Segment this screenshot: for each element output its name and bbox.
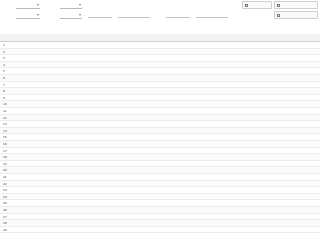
filter-6-select[interactable] — [60, 12, 82, 19]
range2-from-input[interactable] — [166, 12, 190, 18]
table-row[interactable]: 3 — [0, 55, 320, 62]
chevron-down-icon — [79, 14, 81, 16]
table-row[interactable]: 23 — [0, 187, 320, 194]
table-cell: 22 — [3, 181, 7, 186]
table-row[interactable]: 24 — [0, 193, 320, 201]
table-cell: 13 — [3, 122, 7, 127]
table-cell: 27 — [3, 214, 7, 219]
table-row[interactable]: 8 — [0, 88, 320, 95]
range-to-input[interactable] — [118, 12, 150, 18]
table-row[interactable]: 20 — [0, 167, 320, 174]
table-row[interactable]: 14 — [0, 127, 320, 135]
table-row[interactable]: 27 — [0, 214, 320, 221]
table-cell: 2 — [3, 49, 5, 54]
table-row[interactable]: 25 — [0, 200, 320, 207]
table-cell: 3 — [3, 56, 5, 61]
table-cell: 9 — [3, 95, 5, 100]
table-cell: 7 — [3, 82, 5, 87]
table-row[interactable]: 22 — [0, 180, 320, 188]
table-cell: 11 — [3, 109, 7, 113]
table-row[interactable]: 1 — [0, 42, 320, 49]
filter-button-2[interactable] — [274, 1, 318, 9]
table-row[interactable]: 13 — [0, 121, 320, 128]
table-cell: 10 — [3, 102, 7, 107]
data-table: 1 2 3 4 5 6 7 8 9 10 11 12 13 14 15 16 17 18 19 20 21 22 23 24 2… — [0, 34, 320, 240]
table-row[interactable]: 18 — [0, 154, 320, 161]
range2-to-input[interactable] — [196, 12, 228, 18]
filter-5-select[interactable] — [16, 12, 40, 19]
filter-button-3[interactable] — [274, 11, 318, 19]
filter-1-select[interactable] — [16, 2, 40, 9]
table-row[interactable]: 7 — [0, 82, 320, 89]
table-header — [0, 34, 320, 42]
table-row[interactable]: 5 — [0, 68, 320, 75]
table-row[interactable]: 15 — [0, 134, 320, 141]
table-cell: 5 — [3, 69, 5, 74]
table-cell: 1 — [3, 43, 5, 47]
table-cell: 24 — [3, 194, 7, 199]
table-cell: 18 — [3, 155, 7, 160]
chevron-down-icon — [37, 14, 39, 16]
table-cell: 8 — [3, 89, 5, 94]
table-row[interactable]: 11 — [0, 108, 320, 115]
chevron-down-icon — [37, 4, 39, 6]
table-cell: 15 — [3, 135, 7, 140]
table-cell: 19 — [3, 161, 7, 166]
table-cell: 6 — [3, 76, 5, 80]
table-cell: 21 — [3, 175, 7, 179]
table-cell: 28 — [3, 221, 7, 226]
table-row[interactable]: 26 — [0, 207, 320, 214]
table-row[interactable]: 17 — [0, 148, 320, 155]
table-row[interactable]: 29 — [0, 227, 320, 234]
table-row[interactable]: 4 — [0, 61, 320, 69]
range-from-input[interactable] — [88, 12, 112, 18]
table-cell: 16 — [3, 142, 7, 146]
table-row[interactable]: 21 — [0, 174, 320, 181]
filter-2-select[interactable] — [60, 2, 82, 9]
table-cell: 26 — [3, 208, 7, 212]
filter-button-1[interactable] — [242, 1, 272, 9]
table-row[interactable]: 28 — [0, 220, 320, 227]
table-cell: 4 — [3, 62, 5, 67]
table-row[interactable]: 2 — [0, 48, 320, 56]
table-row[interactable]: 10 — [0, 101, 320, 108]
table-cell: 17 — [3, 148, 7, 153]
table-row[interactable]: 12 — [0, 114, 320, 122]
table-row[interactable]: 16 — [0, 141, 320, 148]
table-cell: 25 — [3, 201, 7, 206]
square-icon — [277, 3, 280, 7]
table-row[interactable]: 6 — [0, 75, 320, 82]
table-cell: 29 — [3, 227, 7, 232]
square-icon — [277, 13, 280, 17]
table-cell: 14 — [3, 128, 7, 133]
chevron-down-icon — [79, 4, 81, 6]
table-row[interactable]: 19 — [0, 161, 320, 168]
table-cell: 12 — [3, 115, 7, 120]
table-cell: 23 — [3, 188, 7, 193]
table-row[interactable]: 9 — [0, 95, 320, 102]
filter-panel — [0, 0, 320, 30]
table-cell: 20 — [3, 168, 7, 173]
square-icon — [245, 3, 248, 7]
